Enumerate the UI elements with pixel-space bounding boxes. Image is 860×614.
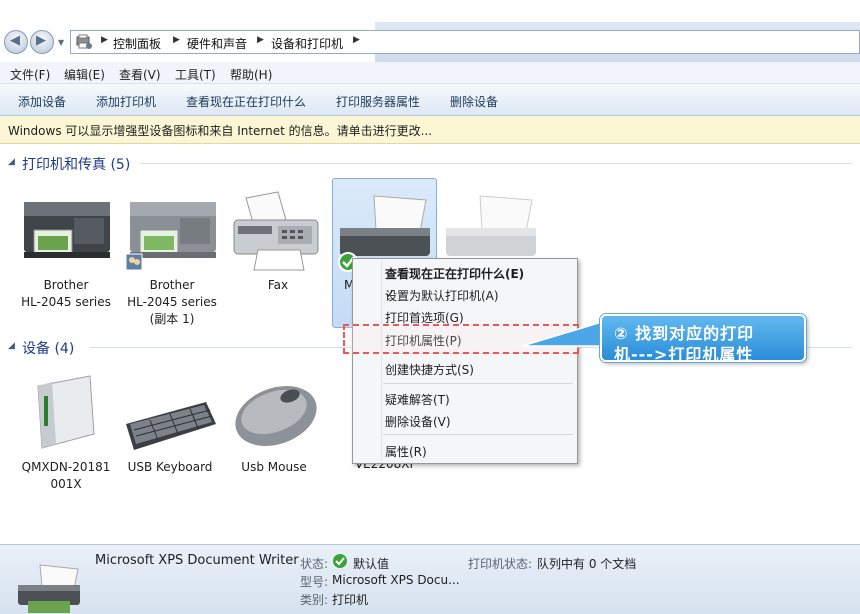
device-usb-keyboard[interactable]: USB Keyboard [120, 372, 220, 476]
ctx-separator [383, 434, 573, 435]
device-label-line1: QMXDN-20181 [21, 460, 111, 474]
menu-view[interactable]: 查看(V) [119, 66, 161, 83]
forward-button[interactable]: ▶ [30, 30, 54, 54]
details-printer-status-value: 队列中有 0 个文档 [537, 557, 637, 571]
breadcrumb-sep-icon[interactable]: ▶ [257, 35, 264, 45]
annotation-callout: ② 找到对应的打印 机--->打印机属性 [600, 314, 806, 364]
section-printers-title: 打印机和传真 (5) [22, 157, 131, 173]
add-printer-button[interactable]: 添加打印机 [96, 93, 156, 110]
back-button[interactable]: ◀ [4, 30, 28, 54]
context-menu: 查看现在正在打印什么(E) ✓ 设置为默认打印机(A) 打印首选项(G) 打印机… [352, 258, 578, 464]
command-bar: 添加设备 添加打印机 查看现在正在打印什么 打印服务器属性 删除设备 [0, 84, 860, 116]
ctx-set-default[interactable]: ✓ 设置为默认打印机(A) [355, 284, 575, 304]
menu-edit[interactable]: 编辑(E) [64, 66, 105, 83]
details-status-key: 状态: [300, 557, 329, 571]
details-category-key: 类别: [300, 593, 329, 607]
device-label-line1: Fax [267, 278, 289, 292]
device-label-line1: USB Keyboard [127, 460, 213, 474]
ctx-properties[interactable]: 属性(R) [355, 440, 575, 460]
default-check-icon [333, 554, 347, 568]
remove-device-button[interactable]: 删除设备 [450, 93, 498, 110]
ctx-label: 属性(R) [385, 445, 427, 459]
ctx-create-shortcut[interactable]: 创建快捷方式(S) [355, 358, 575, 378]
devices-printers-icon [76, 34, 92, 49]
add-device-button[interactable]: 添加设备 [18, 93, 66, 110]
details-printer-status-key: 打印机状态: [468, 557, 533, 571]
device-label-line2: 001X [50, 477, 82, 491]
section-devices-title: 设备 (4) [22, 341, 75, 357]
details-pane: Microsoft XPS Document Writer 状态: 默认值 打印… [0, 544, 860, 614]
device-label-line1: Brother [43, 278, 89, 292]
back-arrow-icon: ◀ [10, 33, 20, 48]
computer-tower-icon [37, 375, 95, 449]
device-label-line1: Usb Mouse [241, 460, 307, 474]
details-status-value: 默认值 [353, 557, 390, 571]
menu-help[interactable]: 帮助(H) [230, 66, 272, 83]
device-label-line2: HL-2045 series [127, 295, 217, 309]
device-label-line3: (副本 1) [149, 312, 195, 326]
menu-file[interactable]: 文件(F) [10, 66, 50, 83]
callout-line2: 机--->打印机属性 [614, 345, 754, 364]
details-model-value: Microsoft XPS Docu... [332, 573, 460, 587]
forward-arrow-icon: ▶ [36, 33, 46, 48]
device-usb-mouse[interactable]: Usb Mouse [224, 372, 324, 476]
collapse-arrow-icon[interactable]: ◢ [8, 341, 15, 351]
ctx-label: 疑难解答(T) [385, 393, 450, 407]
printer-brother-copy[interactable]: Brother HL-2045 series (副本 1) [122, 190, 222, 328]
fax-machine-icon [233, 191, 319, 271]
ctx-remove-device[interactable]: 删除设备(V) [355, 410, 575, 430]
breadcrumb-sep-icon[interactable]: ▶ [101, 35, 108, 45]
ctx-see-printing[interactable]: 查看现在正在打印什么(E) [355, 262, 575, 282]
ctx-label: 查看现在正在打印什么(E) [385, 267, 525, 281]
info-bar[interactable]: Windows 可以显示增强型设备图标和来自 Internet 的信息。请单击进… [0, 116, 860, 144]
annotation-pointer-icon [521, 320, 603, 347]
details-category-value: 打印机 [332, 593, 369, 607]
print-server-properties-button[interactable]: 打印服务器属性 [336, 93, 420, 110]
breadcrumb-sep-icon[interactable]: ▶ [353, 35, 360, 45]
ctx-label: 删除设备(V) [385, 415, 451, 429]
section-divider [140, 163, 852, 164]
breadcrumb-control-panel[interactable]: 控制面板 [113, 35, 161, 52]
details-model-key: 型号: [300, 575, 329, 589]
device-computer[interactable]: QMXDN-20181 001X [16, 372, 116, 493]
info-bar-text: Windows 可以显示增强型设备图标和来自 Internet 的信息。请单击进… [8, 124, 433, 138]
keyboard-icon [126, 402, 216, 450]
laser-printer-icon [24, 202, 110, 258]
printer-brother[interactable]: Brother HL-2045 series [16, 190, 116, 311]
laser-printer-icon [125, 202, 216, 271]
breadcrumb-sep-icon[interactable]: ▶ [173, 35, 180, 45]
device-label-line2: HL-2045 series [21, 295, 111, 309]
breadcrumb-devices-printers[interactable]: 设备和打印机 [271, 35, 343, 52]
device-label-line1: Brother [149, 278, 195, 292]
collapse-arrow-icon[interactable]: ◢ [8, 157, 15, 167]
address-box[interactable]: ▶ 控制面板 ▶ 硬件和声音 ▶ 设备和打印机 ▶ [70, 30, 860, 54]
section-printers-header[interactable]: ◢ 打印机和传真 (5) [0, 152, 860, 174]
details-device-name: Microsoft XPS Document Writer [95, 553, 299, 568]
mouse-icon [235, 386, 317, 446]
ctx-label: 设置为默认打印机(A) [385, 289, 499, 303]
see-printing-button[interactable]: 查看现在正在打印什么 [186, 93, 306, 110]
menu-tools[interactable]: 工具(T) [175, 66, 216, 83]
ctx-separator [383, 383, 573, 384]
menu-bar: 文件(F) 编辑(E) 查看(V) 工具(T) 帮助(H) [0, 62, 860, 84]
address-bar: ◀ ▶ ▼ ▶ 控制面板 ▶ 硬件和声音 ▶ 设备和打印机 ▶ [0, 22, 860, 62]
breadcrumb-hardware-sound[interactable]: 硬件和声音 [187, 35, 247, 52]
inkjet-printer-icon [18, 564, 80, 613]
device-fax[interactable]: Fax [228, 190, 328, 294]
ctx-troubleshoot[interactable]: 疑难解答(T) [355, 388, 575, 408]
recent-pages-dropdown-icon[interactable]: ▼ [58, 38, 64, 47]
ctx-label: 创建快捷方式(S) [385, 363, 474, 377]
